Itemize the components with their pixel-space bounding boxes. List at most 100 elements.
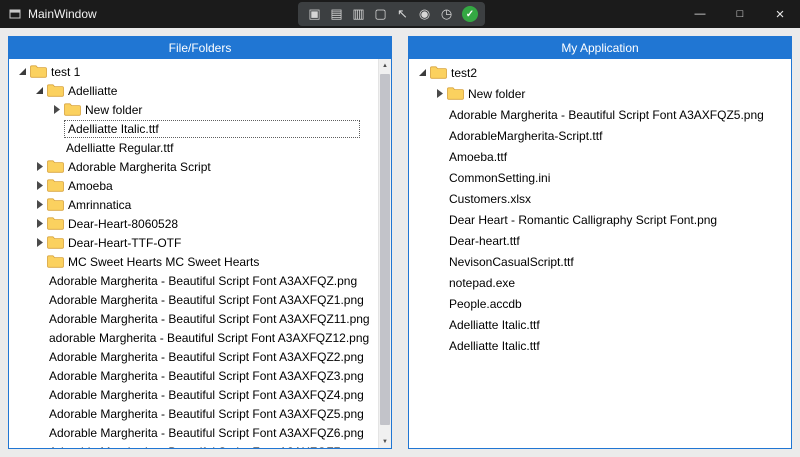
tree-item[interactable]: Adorable Margherita - Beautiful Script F… <box>9 347 378 366</box>
tree-item[interactable]: Adorable Margherita - Beautiful Script F… <box>9 309 378 328</box>
tree-item-label: People.accdb <box>449 297 522 311</box>
expander-collapsed-icon[interactable] <box>32 238 47 247</box>
tree-item[interactable]: CommonSetting.ini <box>409 167 791 188</box>
folder-icon <box>47 198 66 211</box>
tree-item-label: Customers.xlsx <box>449 192 531 206</box>
tree-item-label: Amrinnatica <box>68 198 131 212</box>
application-tree: test2New folderAdorable Margherita - Bea… <box>409 59 791 448</box>
tree-item[interactable]: test2 <box>409 62 791 83</box>
tree-item-label: Adelliatte Italic.ttf <box>449 339 540 353</box>
screen-share-icon[interactable]: ▥ <box>349 4 368 24</box>
record-icon[interactable]: ◉ <box>415 4 434 24</box>
tree-item[interactable]: Adelliatte Italic.ttf <box>409 314 791 335</box>
expander-expanded-icon[interactable] <box>32 86 47 95</box>
tree-item[interactable]: Adelliatte <box>9 81 378 100</box>
tree-item[interactable]: adorable Margherita - Beautiful Script F… <box>9 328 378 347</box>
expander-expanded-icon[interactable] <box>15 67 30 76</box>
tree-item[interactable]: Dear-heart.ttf <box>409 230 791 251</box>
tree-item-label: Dear-Heart-TTF-OTF <box>68 236 181 250</box>
tree-item-label: Adorable Margherita - Beautiful Script F… <box>49 293 364 307</box>
minimize-button[interactable]: — <box>680 0 720 28</box>
files-tree: test 1 AdelliatteNew folderAdelliatte Ita… <box>9 59 378 448</box>
tree-item[interactable]: Adorable Margherita - Beautiful Script F… <box>9 290 378 309</box>
tree-item[interactable]: Customers.xlsx <box>409 188 791 209</box>
tree-item[interactable]: Adorable Margherita - Beautiful Script F… <box>9 404 378 423</box>
tree-item-label: test 1 <box>51 65 80 79</box>
tree-item[interactable]: Adorable Margherita - Beautiful Script F… <box>9 366 378 385</box>
tree-item[interactable]: notepad.exe <box>409 272 791 293</box>
tree-item-label: Dear Heart - Romantic Calligraphy Script… <box>449 213 717 227</box>
tree-item[interactable]: MC Sweet Hearts MC Sweet Hearts <box>9 252 378 271</box>
tree-item[interactable]: Adelliatte Italic.ttf <box>9 119 378 138</box>
tree-item-label: Adorable Margherita - Beautiful Script F… <box>49 445 364 449</box>
tree-item-label: CommonSetting.ini <box>449 171 550 185</box>
window-controls: — □ × <box>680 0 800 28</box>
tree-item[interactable]: Amoeba.ttf <box>409 146 791 167</box>
vertical-scrollbar[interactable]: ▲ ▼ <box>378 59 391 448</box>
expander-collapsed-icon[interactable] <box>32 200 47 209</box>
tree-item-label: Adorable Margherita Script <box>68 160 211 174</box>
close-button[interactable]: × <box>760 0 800 28</box>
app-icon <box>9 8 21 20</box>
folder-icon <box>47 217 66 230</box>
folder-icon <box>447 87 466 100</box>
tree-item[interactable]: Adorable Margherita - Beautiful Script F… <box>9 271 378 290</box>
tree-item[interactable]: Adorable Margherita - Beautiful Script F… <box>9 423 378 442</box>
timer-icon[interactable]: ◷ <box>437 4 456 24</box>
scrollbar-thumb[interactable] <box>380 74 390 425</box>
files-panel-header: File/Folders <box>9 37 391 59</box>
tree-item-label: Adorable Margherita - Beautiful Script F… <box>49 388 364 402</box>
expander-collapsed-icon[interactable] <box>432 89 447 98</box>
tree-item[interactable]: Adorable Margherita - Beautiful Script F… <box>9 385 378 404</box>
tree-item[interactable]: People.accdb <box>409 293 791 314</box>
tree-item[interactable]: Adorable Margherita - Beautiful Script F… <box>9 442 378 448</box>
screen-draw-icon[interactable]: ▣ <box>305 4 324 24</box>
folder-icon <box>30 65 49 78</box>
tree-item-label: Amoeba.ttf <box>449 150 507 164</box>
scrollbar-up-icon[interactable]: ▲ <box>379 59 391 72</box>
maximize-button[interactable]: □ <box>720 0 760 28</box>
expander-collapsed-icon[interactable] <box>32 219 47 228</box>
tree-item[interactable]: Adorable Margherita Script <box>9 157 378 176</box>
expander-collapsed-icon[interactable] <box>32 181 47 190</box>
tree-item[interactable]: Dear-Heart-TTF-OTF <box>9 233 378 252</box>
tree-item-label: Adorable Margherita - Beautiful Script F… <box>49 426 364 440</box>
cursor-capture-icon[interactable]: ↖ <box>393 4 412 24</box>
application-panel-header: My Application <box>409 37 791 59</box>
scrollbar-down-icon[interactable]: ▼ <box>379 435 391 448</box>
expander-collapsed-icon[interactable] <box>49 105 64 114</box>
folder-icon <box>47 179 66 192</box>
video-camera-icon[interactable]: ▤ <box>327 4 346 24</box>
tree-item[interactable]: Adorable Margherita - Beautiful Script F… <box>409 104 791 125</box>
tree-item-label: Adelliatte Italic.ttf <box>449 318 540 332</box>
folder-icon <box>64 103 83 116</box>
tree-item[interactable]: Amrinnatica <box>9 195 378 214</box>
tree-item-label: Adelliatte Regular.ttf <box>66 141 173 155</box>
status-check-icon[interactable]: ✓ <box>462 6 478 22</box>
tree-item[interactable]: NevisonCasualScript.ttf <box>409 251 791 272</box>
folder-icon <box>47 236 66 249</box>
expander-collapsed-icon[interactable] <box>32 162 47 171</box>
tree-item-label: Adorable Margherita - Beautiful Script F… <box>49 407 364 421</box>
tree-item-label: MC Sweet Hearts MC Sweet Hearts <box>68 255 259 269</box>
tree-item-label: adorable Margherita - Beautiful Script F… <box>49 331 369 345</box>
tree-item[interactable]: Dear-Heart-8060528 <box>9 214 378 233</box>
titlebar: MainWindow ▣▤▥▢↖◉◷✓ — □ × <box>0 0 800 28</box>
window-capture-icon[interactable]: ▢ <box>371 4 390 24</box>
folder-icon <box>47 160 66 173</box>
tree-item[interactable]: New folder <box>9 100 378 119</box>
tree-item[interactable]: test 1 <box>9 62 378 81</box>
tree-item-label: Dear-Heart-8060528 <box>68 217 178 231</box>
tree-item[interactable]: Amoeba <box>9 176 378 195</box>
tree-item[interactable]: Adelliatte Italic.ttf <box>409 335 791 356</box>
tree-item-label: Amoeba <box>68 179 113 193</box>
tree-item-label: notepad.exe <box>449 276 515 290</box>
tree-item[interactable]: Dear Heart - Romantic Calligraphy Script… <box>409 209 791 230</box>
application-panel: My Application test2New folderAdorable M… <box>408 36 792 449</box>
tree-item[interactable]: New folder <box>409 83 791 104</box>
tree-item[interactable]: Adelliatte Regular.ttf <box>9 138 378 157</box>
folder-icon <box>47 255 66 268</box>
expander-expanded-icon[interactable] <box>415 68 430 77</box>
tree-item[interactable]: AdorableMargherita-Script.ttf <box>409 125 791 146</box>
files-panel: File/Folders test 1AdelliatteNew folderA… <box>8 36 392 449</box>
